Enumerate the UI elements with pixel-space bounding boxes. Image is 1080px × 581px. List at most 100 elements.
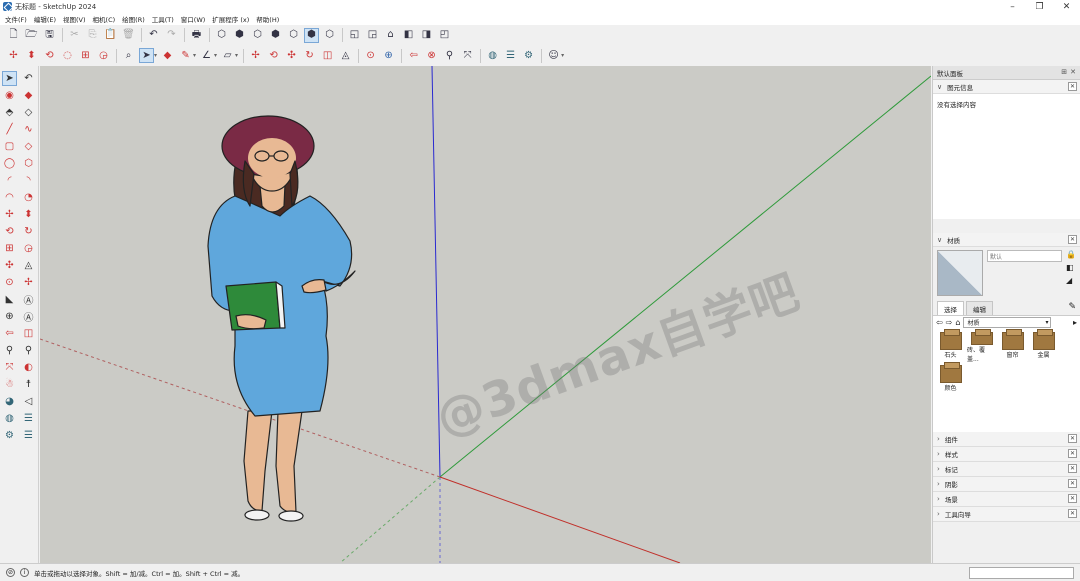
panel-styles[interactable]: › 样式 ✕ <box>933 447 1080 462</box>
home-icon[interactable]: ⌂ <box>955 318 960 327</box>
house-view-icon[interactable]: ⌂ <box>383 28 398 43</box>
circle-tool-icon[interactable]: ◯ <box>2 156 17 171</box>
top-view-icon[interactable]: ⬢ <box>232 28 247 43</box>
geo-location-icon[interactable]: ⊘ <box>6 568 15 577</box>
offset-side-icon[interactable]: ◶ <box>21 241 36 256</box>
shaded-icon[interactable]: ◧ <box>401 28 416 43</box>
move-side-icon[interactable]: ✢ <box>2 207 17 222</box>
material-swatch[interactable] <box>937 250 983 296</box>
lock-icon[interactable]: 🔒 <box>1066 250 1076 259</box>
print-icon[interactable]: 🖶 <box>189 28 204 43</box>
offset-icon[interactable]: ◶ <box>96 48 111 63</box>
section-display-icon[interactable]: ◁ <box>21 394 36 409</box>
push-pull-side-icon[interactable]: ⬍ <box>21 207 36 222</box>
tag-icon[interactable]: ◇ <box>21 105 36 120</box>
warehouse-side-icon[interactable]: ◍ <box>2 411 17 426</box>
monochrome-icon[interactable]: ◰ <box>437 28 452 43</box>
redo-icon[interactable]: ↷ <box>164 28 179 43</box>
walk-side-icon[interactable]: ⇦ <box>2 326 17 341</box>
menu-camera[interactable]: 相机(C) <box>93 14 116 24</box>
layers-side-icon[interactable]: ☰ <box>21 411 36 426</box>
eraser-tool-icon[interactable]: ◆ <box>21 88 36 103</box>
close-panel-icon[interactable]: ✕ <box>1068 82 1077 91</box>
right-view-icon[interactable]: ⬢ <box>268 28 283 43</box>
library-item[interactable]: 石头 <box>936 329 965 363</box>
rotate-arrow-icon[interactable]: ↻ <box>302 48 317 63</box>
shaded-textures-icon[interactable]: ◨ <box>419 28 434 43</box>
move-tool-icon[interactable]: ✢ <box>248 48 263 63</box>
close-panel-icon[interactable]: ✕ <box>1068 434 1077 443</box>
axes-tool-icon[interactable]: ⊕ <box>2 309 17 324</box>
two-point-arc-icon[interactable]: ◝ <box>21 173 36 188</box>
entity-info-header[interactable]: ∨ 图元信息 ✕ <box>933 80 1080 94</box>
position-camera-icon[interactable]: ☃ <box>2 377 17 392</box>
arc-icon[interactable]: ∠ <box>199 48 214 63</box>
close-panel-icon[interactable]: ✕ <box>1068 235 1077 244</box>
zoom-extents-icon[interactable]: ⤧ <box>460 48 475 63</box>
arc-tool-icon[interactable]: ◜ <box>2 173 17 188</box>
follow-me-side-icon[interactable]: ↻ <box>21 224 36 239</box>
styles-side-icon[interactable]: ☰ <box>21 428 36 443</box>
tab-edit[interactable]: 编辑 <box>966 301 993 315</box>
menu-file[interactable]: 文件(F) <box>5 14 27 24</box>
close-window-button[interactable]: ✕ <box>1053 0 1080 13</box>
protractor-icon[interactable]: ◬ <box>338 48 353 63</box>
section-plane-icon[interactable]: ⊗ <box>424 48 439 63</box>
tape-side-icon[interactable]: ⊙ <box>2 275 17 290</box>
chevron-down-icon[interactable]: ▾ <box>214 52 217 59</box>
person-figure[interactable] <box>207 115 356 522</box>
paint-bucket-icon[interactable]: ◉ <box>2 88 17 103</box>
pie-icon[interactable]: ◔ <box>21 190 36 205</box>
back-view-icon[interactable]: ⬡ <box>286 28 301 43</box>
panel-scenes[interactable]: › 场景 ✕ <box>933 492 1080 507</box>
move-icon[interactable]: ✢ <box>6 48 21 63</box>
rect-tool-icon[interactable]: ▢ <box>2 139 17 154</box>
library-item[interactable]: 颜色 <box>936 362 965 396</box>
scale-side-icon[interactable]: ⊞ <box>2 241 17 256</box>
warehouse-icon[interactable]: ◍ <box>485 48 500 63</box>
left-view-icon[interactable]: ⬢ <box>304 27 319 43</box>
library-item[interactable]: 金属 <box>1029 329 1058 363</box>
orbit-icon[interactable]: ⊙ <box>363 48 378 63</box>
rotated-rect-icon[interactable]: ◇ <box>21 139 36 154</box>
close-tray-icon[interactable]: ✕ <box>1070 68 1076 76</box>
menu-view[interactable]: 视图(V) <box>63 14 86 24</box>
info-icon[interactable]: i <box>20 568 29 577</box>
close-panel-icon[interactable]: ✕ <box>1068 449 1077 458</box>
pin-icon[interactable]: ⊞ <box>1061 68 1067 76</box>
chevron-down-icon[interactable]: ▾ <box>235 52 238 59</box>
measurements-box[interactable] <box>969 567 1074 579</box>
iso-view-icon[interactable]: ⬡ <box>214 28 229 43</box>
cut-icon[interactable]: ✂ <box>67 28 82 43</box>
panel-instructor[interactable]: › 工具向导 ✕ <box>933 507 1080 522</box>
extension-warehouse-icon[interactable]: ⚙ <box>521 48 536 63</box>
maximize-button[interactable]: ❐ <box>1026 0 1053 13</box>
zoom-window-icon[interactable]: ⚲ <box>442 48 457 63</box>
lasso-icon[interactable]: ↶ <box>21 71 36 86</box>
previous-view-icon[interactable]: ◐ <box>21 360 36 375</box>
create-material-icon[interactable]: ◧ <box>1066 263 1076 272</box>
layers-icon[interactable]: ☰ <box>503 48 518 63</box>
menu-extensions[interactable]: 扩展程序 (x) <box>212 14 249 24</box>
zoom-side-icon[interactable]: ⚲ <box>2 343 17 358</box>
flip-side-icon[interactable]: ✣ <box>2 258 17 273</box>
tab-select[interactable]: 选择 <box>937 301 964 315</box>
panel-shadows[interactable]: › 阴影 ✕ <box>933 477 1080 492</box>
material-name-field[interactable]: 默认 <box>987 250 1063 262</box>
rotate-side-icon[interactable]: ⟲ <box>2 224 17 239</box>
xray-icon[interactable]: ⬡ <box>322 28 337 43</box>
walk-icon[interactable]: ⇦ <box>406 48 421 63</box>
back-icon[interactable]: ⇦ <box>936 318 943 327</box>
new-file-icon[interactable]: 🗋 <box>6 28 21 43</box>
three-point-arc-icon[interactable]: ◠ <box>2 190 17 205</box>
push-pull-icon[interactable]: ⬍ <box>24 48 39 63</box>
wireframe-icon[interactable]: ◱ <box>347 28 362 43</box>
details-icon[interactable]: ▸ <box>1073 318 1077 327</box>
minimize-button[interactable]: – <box>999 0 1026 13</box>
follow-me-icon[interactable]: ◌ <box>60 48 75 63</box>
zoom-icon[interactable]: ⌕ <box>121 48 136 63</box>
scale-icon[interactable]: ⊞ <box>78 48 93 63</box>
components-side-icon[interactable]: ⚙ <box>2 428 17 443</box>
rotate-tool-icon[interactable]: ⟲ <box>266 48 281 63</box>
library-item[interactable]: 窗帘 <box>998 329 1027 363</box>
